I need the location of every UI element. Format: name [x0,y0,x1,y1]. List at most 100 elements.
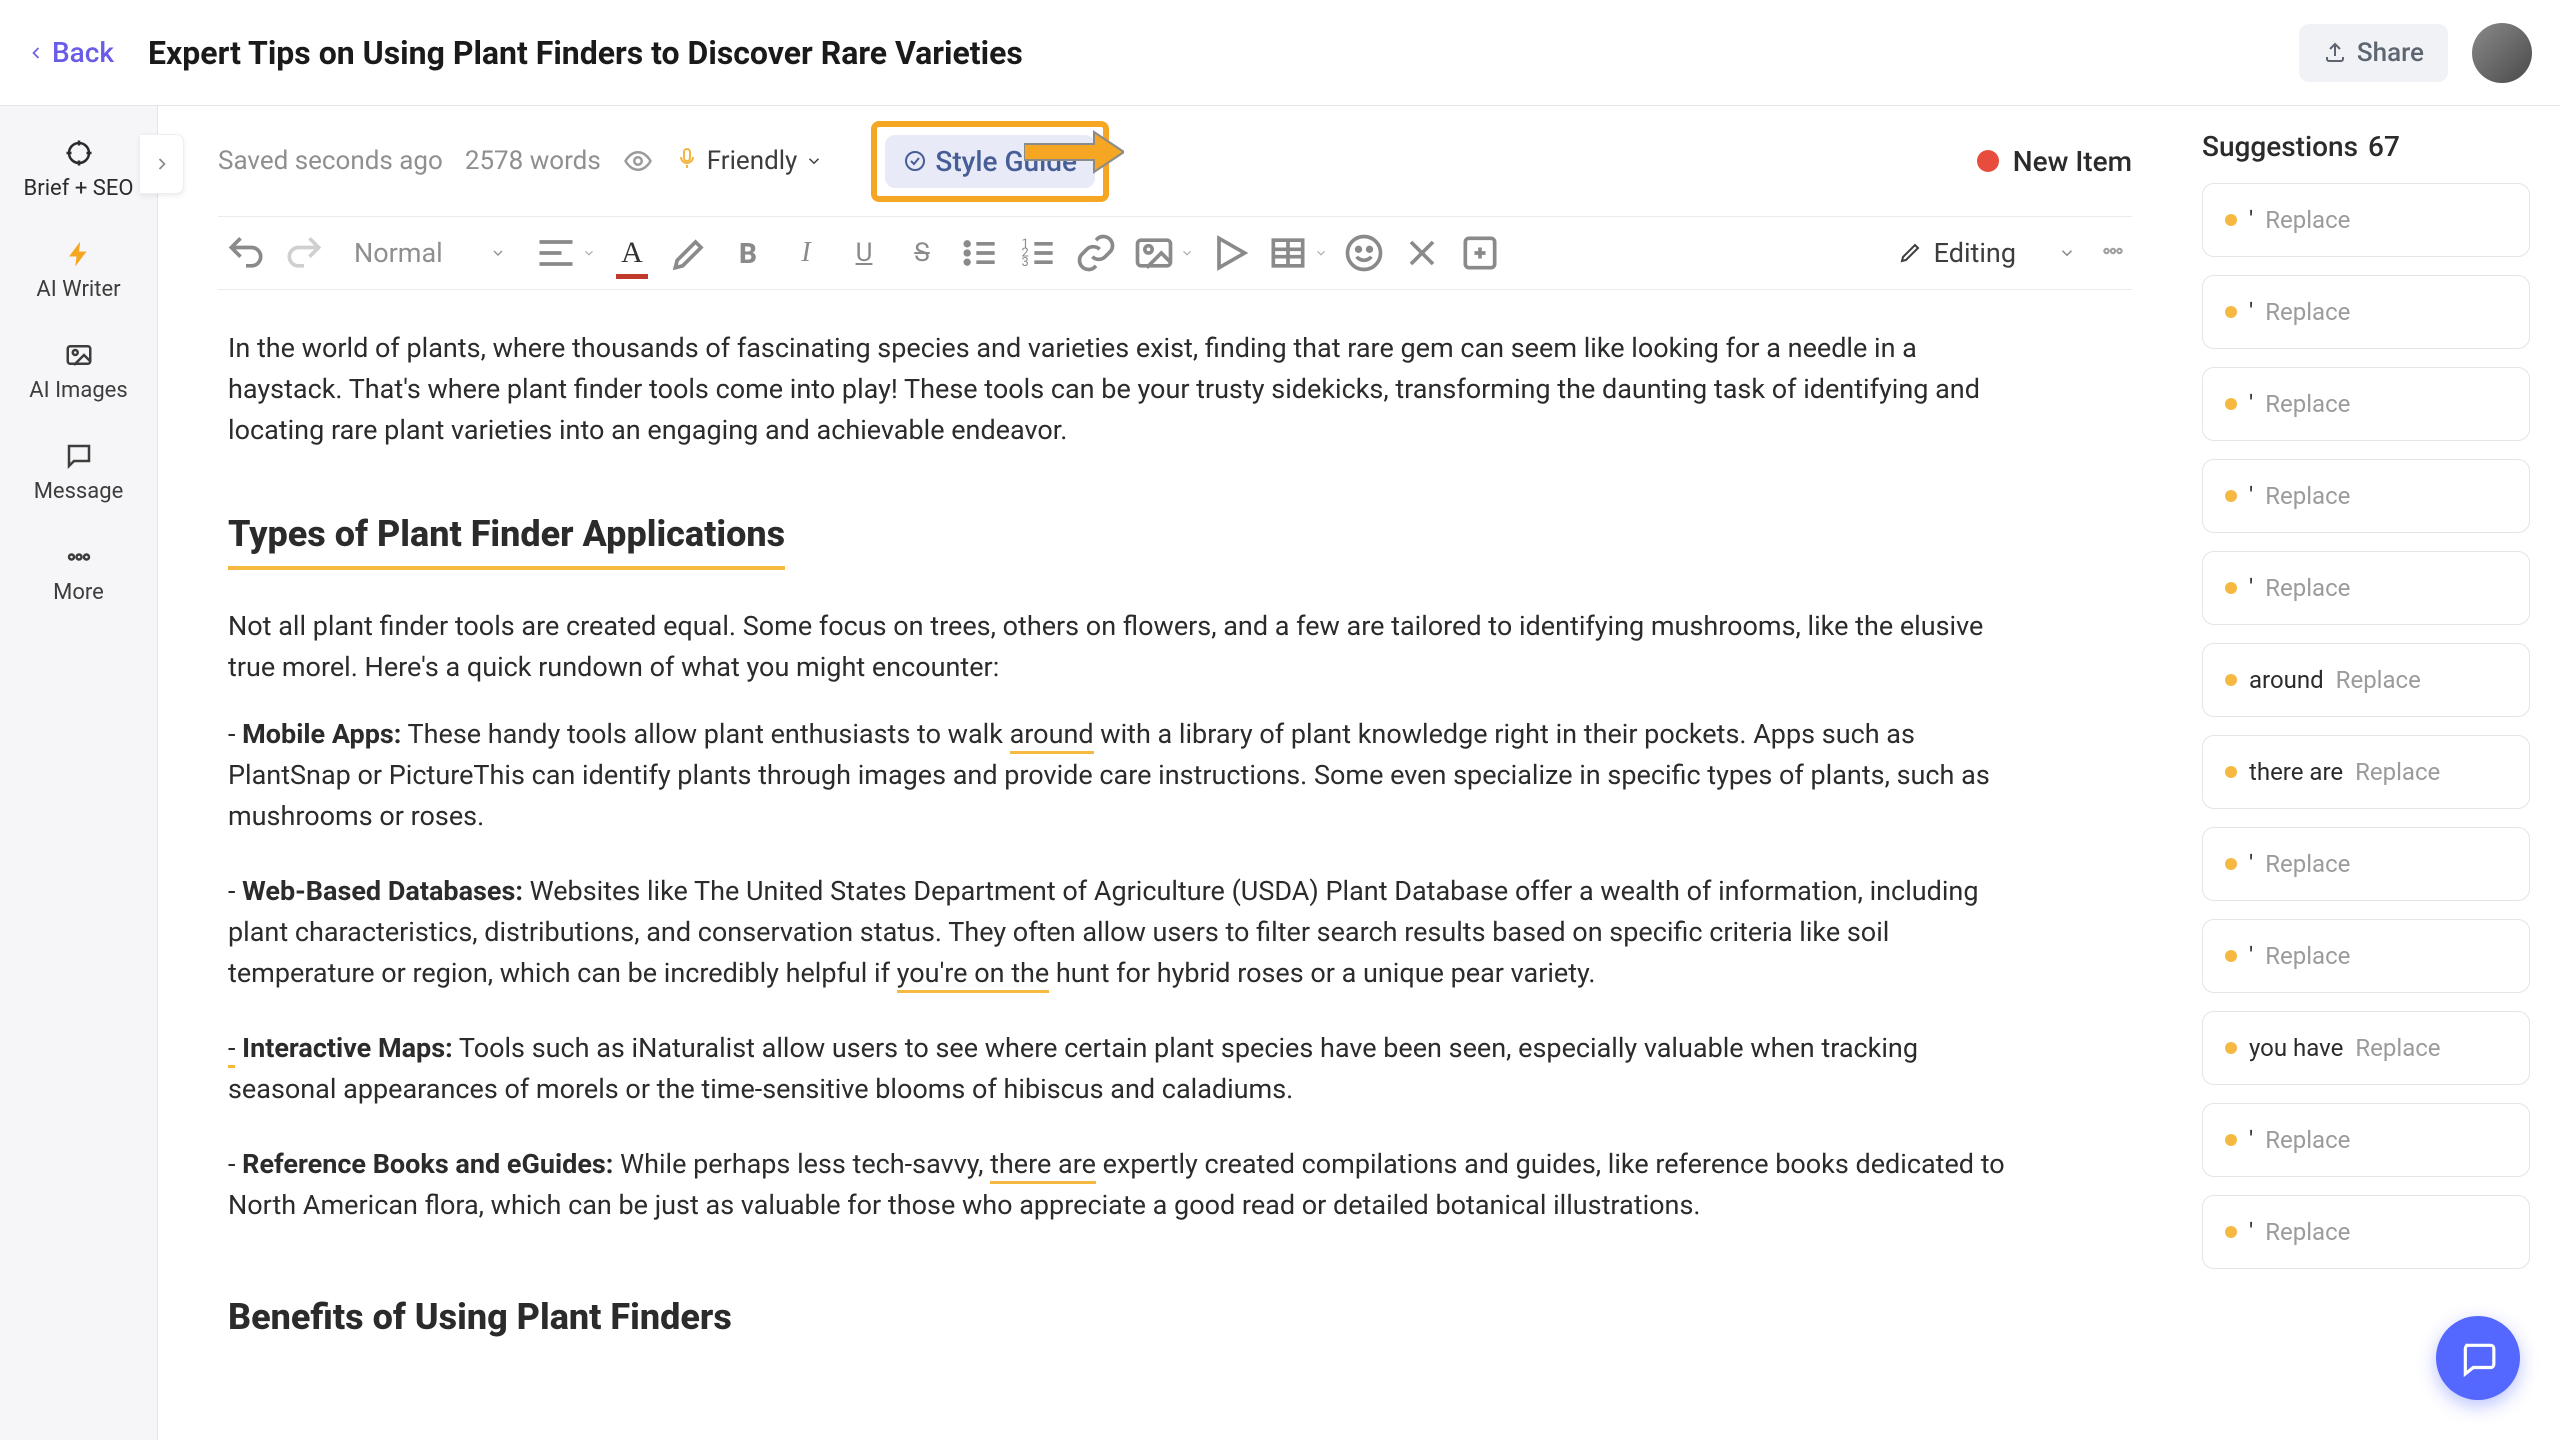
numbered-list-button[interactable]: 123 [1016,231,1060,275]
heading-types: Types of Plant Finder Applications [228,507,785,570]
sidebar: Brief + SEO AI Writer AI Images Message … [0,106,158,1440]
sidebar-collapse-button[interactable] [140,134,184,194]
heading-benefits: Benefits of Using Plant Finders [228,1290,732,1349]
word-count: 2578 words [465,146,601,176]
suggestion-card[interactable]: 'Replace [2202,1195,2530,1269]
tone-selector[interactable]: Friendly [675,146,824,177]
new-item-label: New Item [2013,145,2132,178]
suggestion-word: ' [2249,1126,2253,1154]
sidebar-item-brief-seo[interactable]: Brief + SEO [0,128,157,211]
suggestion-card[interactable]: there areReplace [2202,735,2530,809]
sidebar-item-label: AI Writer [36,277,120,302]
suggestion-card[interactable]: ' Replace [2202,919,2530,993]
paragraph-types-intro: Not all plant finder tools are created e… [228,606,2008,688]
suggestion-word: ' [2249,942,2253,970]
suggestions-count: 67 [2368,130,2400,163]
bolt-icon [64,239,94,269]
insert-image-button[interactable] [1132,231,1176,275]
sidebar-item-label: AI Images [29,378,127,403]
italic-button[interactable]: I [784,231,828,275]
align-left-icon [534,231,578,275]
formatting-toolbar: Normal A B I U S 123 [218,216,2132,290]
link-icon [1074,231,1118,275]
underline-button[interactable]: U [842,231,886,275]
suggestion-card[interactable]: 'Replace [2202,551,2530,625]
suggestion-word: you have [2249,1034,2343,1062]
editing-label: Editing [1934,237,2016,269]
undo-icon [224,231,268,275]
suggestion-card[interactable]: 'Replace [2202,367,2530,441]
suggestion-word: ' [2249,206,2253,234]
toolbar-more-button[interactable] [2100,238,2126,268]
visibility-toggle[interactable] [623,146,653,176]
insert-video-button[interactable] [1208,231,1252,275]
clear-format-button[interactable] [1400,231,1444,275]
share-label: Share [2357,38,2424,68]
new-item-indicator[interactable]: New Item [1977,145,2132,178]
editing-mode-select[interactable]: Editing [1898,237,2076,269]
suggestion-card[interactable]: 'Replace [2202,827,2530,901]
paragraph-style-label: Normal [354,237,443,269]
pencil-icon [1898,241,1922,265]
yellow-dot-icon [2225,306,2237,318]
suggestion-card[interactable]: 'Replace [2202,1103,2530,1177]
insert-table-button[interactable] [1266,231,1310,275]
eye-icon [623,146,653,176]
suggestion-card[interactable]: ' Replace [2202,183,2530,257]
suggestion-word: ' [2249,574,2253,602]
undo-button[interactable] [224,231,268,275]
bold-button[interactable]: B [726,231,770,275]
chat-fab[interactable] [2436,1316,2520,1400]
redo-button[interactable] [282,231,326,275]
svg-text:3: 3 [1022,255,1029,270]
suggestion-card[interactable]: 'Replace [2202,275,2530,349]
suggestion-action: Replace [2265,850,2350,878]
suggestion-card[interactable]: you haveReplace [2202,1011,2530,1085]
sidebar-item-ai-images[interactable]: AI Images [0,330,157,413]
mic-icon [675,146,699,170]
suggestion-card[interactable]: 'Replace [2202,459,2530,533]
highlight-button[interactable] [668,231,712,275]
suggestion-word: around [2249,666,2324,694]
back-button[interactable]: Back [26,36,114,69]
suggestion-action: Replace [2265,206,2350,234]
align-button[interactable] [534,231,578,275]
insert-block-button[interactable] [1458,231,1502,275]
suggestion-action: Replace [2265,1218,2350,1246]
font-color-button[interactable]: A [610,231,654,275]
more-icon [64,542,94,572]
paragraph-style-select[interactable]: Normal [340,237,520,269]
suggestion-card[interactable]: around Replace [2202,643,2530,717]
list-item-reference-books: - Reference Books and eGuides: While per… [228,1144,2008,1226]
yellow-dot-icon [2225,950,2237,962]
document-content[interactable]: In the world of plants, where thousands … [218,290,2018,1425]
suggestion-action: Replace [2336,666,2421,694]
suggestion-action: Replace [2355,758,2440,786]
share-button[interactable]: Share [2299,24,2448,82]
list-item-interactive-maps: - Interactive Maps: Tools such as iNatur… [228,1028,2008,1110]
suggestion-word: ' [2249,482,2253,510]
check-badge-icon [903,149,927,173]
suggestion-word: ' [2249,298,2253,326]
strikethrough-button[interactable]: S [900,231,944,275]
sidebar-item-label: Message [34,479,124,504]
image-icon [64,340,94,370]
list-icon [958,231,1002,275]
link-button[interactable] [1074,231,1118,275]
sidebar-item-ai-writer[interactable]: AI Writer [0,229,157,312]
sidebar-item-message[interactable]: Message [0,431,157,514]
tone-label: Friendly [707,146,798,176]
image-icon [1132,231,1176,275]
bullet-list-button[interactable] [958,231,1002,275]
chevron-down-icon [582,246,596,260]
yellow-dot-icon [2225,398,2237,410]
sidebar-item-more[interactable]: More [0,532,157,615]
suggestion-action: Replace [2265,942,2350,970]
back-label: Back [52,36,114,69]
paragraph-intro: In the world of plants, where thousands … [228,328,2008,451]
clear-formatting-icon [1400,231,1444,275]
yellow-dot-icon [2225,582,2237,594]
emoji-button[interactable] [1342,231,1386,275]
avatar[interactable] [2472,23,2532,83]
yellow-dot-icon [2225,858,2237,870]
